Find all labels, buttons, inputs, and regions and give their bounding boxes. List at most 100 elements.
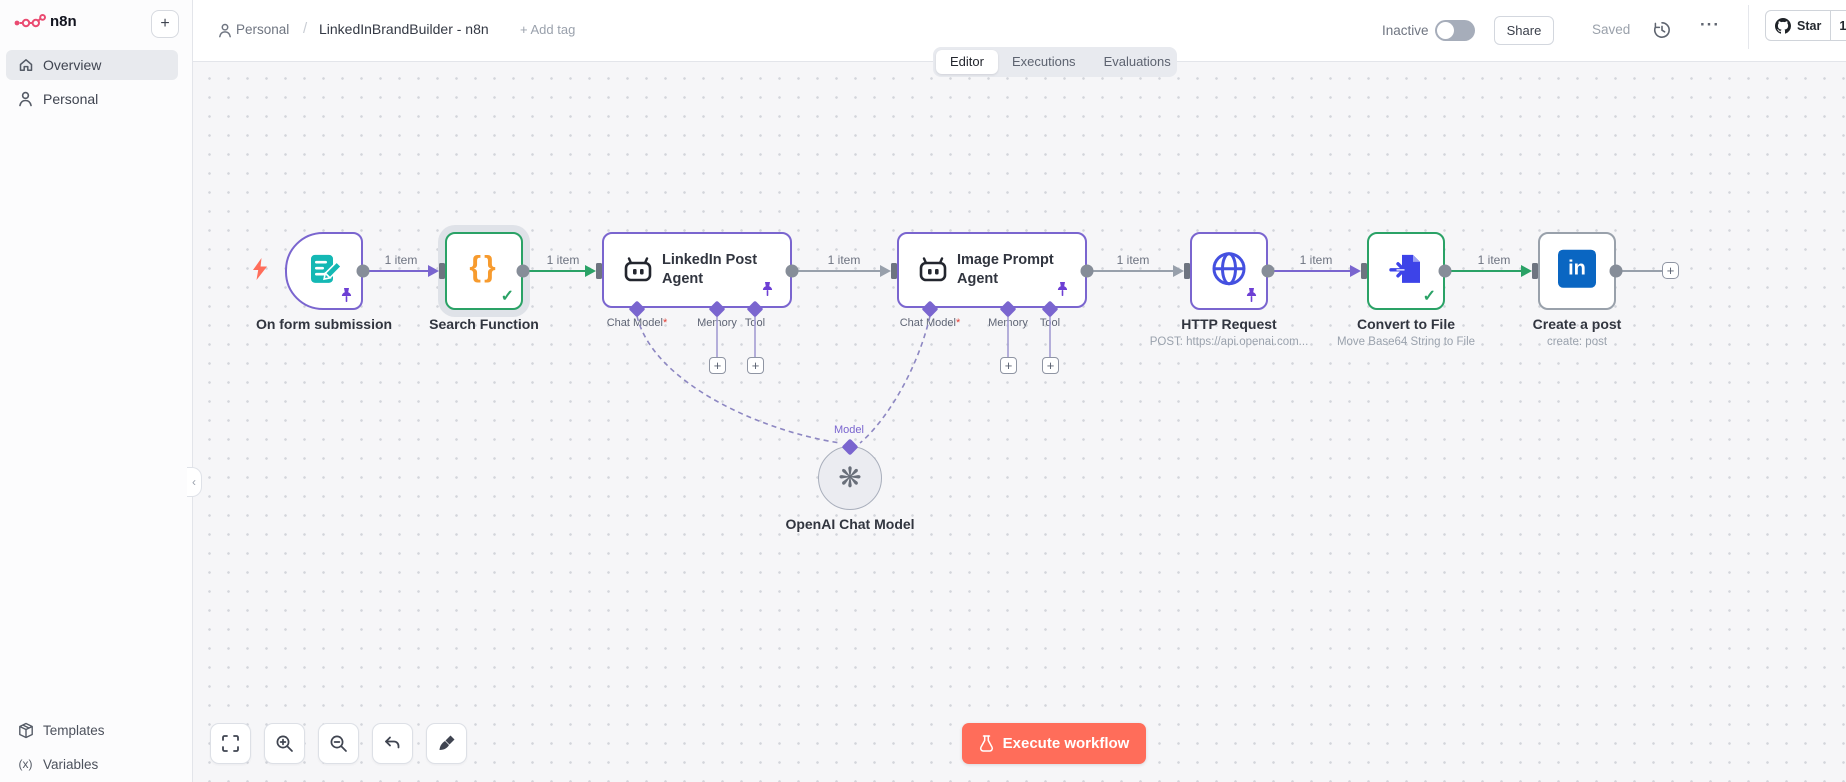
sidebar-item-label: Overview: [43, 57, 102, 73]
header: Personal / LinkedInBrandBuilder - n8n + …: [0, 0, 1846, 62]
node-linkedin-post-agent[interactable]: LinkedIn Post Agent: [602, 232, 792, 308]
node-title: Convert to File: [1356, 316, 1456, 332]
sidebar: n8n + Overview Personal Templates (x) Va…: [0, 0, 193, 782]
pin-icon: [761, 281, 774, 297]
edge-items-label: 1 item: [1299, 253, 1333, 267]
edge-items-label: 1 item: [1477, 253, 1511, 267]
tab-executions[interactable]: Executions: [998, 50, 1090, 74]
sidebar-collapse-handle[interactable]: ‹: [187, 467, 202, 497]
tab-editor[interactable]: Editor: [936, 50, 998, 74]
github-star-label: Star: [1797, 18, 1822, 33]
header-divider: [1748, 5, 1749, 49]
n8n-logo[interactable]: [13, 13, 47, 31]
globe-icon: [1210, 250, 1248, 288]
workflow-title[interactable]: LinkedInBrandBuilder - n8n: [319, 21, 489, 37]
node-http-request[interactable]: [1190, 232, 1268, 310]
linkedin-icon: in: [1558, 249, 1596, 288]
add-tool-button[interactable]: +: [1042, 357, 1059, 374]
robot-icon: [915, 256, 951, 284]
success-check-icon: ✓: [1422, 288, 1436, 305]
success-check-icon: ✓: [500, 288, 514, 305]
n8n-logo-text: n8n: [50, 13, 77, 30]
add-workflow-button[interactable]: +: [151, 10, 179, 38]
tidy-up-button[interactable]: [426, 723, 467, 764]
node-on-form-submission[interactable]: [285, 232, 363, 310]
sidebar-item-label: Variables: [43, 756, 99, 772]
activation-status-label: Inactive: [1382, 23, 1429, 38]
activation-toggle[interactable]: [1435, 20, 1475, 41]
saved-status: Saved: [1592, 22, 1631, 37]
breadcrumb-project[interactable]: Personal: [236, 22, 289, 37]
connections-layer: [356, 263, 1662, 455]
node-subtitle: Move Base64 String to File: [1336, 336, 1476, 348]
node-subtitle: POST: https://api.openai.com...: [1149, 336, 1309, 348]
add-tag-button[interactable]: + Add tag: [520, 22, 575, 37]
undo-button[interactable]: [372, 723, 413, 764]
tab-evaluations[interactable]: Evaluations: [1090, 50, 1185, 74]
model-port-label: Model: [834, 424, 864, 436]
trigger-bolt-icon: [252, 258, 268, 280]
sidebar-item-variables[interactable]: (x) Variables: [6, 750, 178, 778]
file-import-icon: [1388, 251, 1424, 287]
code-braces-icon: {}: [469, 250, 499, 284]
edge-items-label: 1 item: [546, 253, 580, 267]
node-title: OpenAI Chat Model: [785, 516, 915, 532]
node-title: On form submission: [255, 316, 393, 332]
form-icon: [306, 251, 342, 287]
sidebar-item-personal[interactable]: Personal: [6, 84, 178, 114]
node-openai-chat-model[interactable]: ❋: [818, 446, 882, 510]
breadcrumb-separator: /: [303, 20, 308, 37]
execute-workflow-label: Execute workflow: [1002, 735, 1130, 752]
node-title: Search Function: [429, 316, 539, 332]
add-tool-button[interactable]: +: [747, 357, 764, 374]
port-label-chat-model: Chat Model*: [899, 317, 961, 329]
node-title: HTTP Request: [1181, 316, 1277, 332]
pin-icon: [1245, 287, 1258, 303]
zoom-to-fit-button[interactable]: [210, 723, 251, 764]
node-image-prompt-agent[interactable]: Image Prompt Agent: [897, 232, 1087, 308]
github-star-button[interactable]: Star 1: [1765, 10, 1846, 41]
person-icon: [218, 23, 232, 38]
package-icon: [17, 722, 34, 739]
add-node-button[interactable]: +: [1662, 262, 1679, 279]
port-label-tool: Tool: [1039, 317, 1061, 329]
share-button[interactable]: Share: [1494, 16, 1554, 45]
home-icon: [17, 57, 34, 73]
pin-icon: [340, 287, 353, 303]
node-subtitle: create: post: [1546, 336, 1608, 348]
openai-icon: ❋: [838, 461, 862, 493]
execute-workflow-button[interactable]: Execute workflow: [962, 723, 1146, 764]
more-options-button[interactable]: ···: [1700, 15, 1720, 35]
node-title: Create a post: [1532, 316, 1622, 332]
node-create-a-post[interactable]: in: [1538, 232, 1616, 310]
node-title: LinkedIn Post Agent: [662, 252, 758, 287]
port-label-tool: Tool: [744, 317, 766, 329]
github-icon: [1775, 17, 1791, 34]
person-icon: [17, 91, 34, 107]
sidebar-item-label: Templates: [43, 722, 105, 738]
edge-items-label: 1 item: [384, 253, 418, 267]
edge-items-label: 1 item: [1116, 253, 1150, 267]
sidebar-item-overview[interactable]: Overview: [6, 50, 178, 80]
toggle-knob: [1437, 22, 1454, 39]
zoom-in-button[interactable]: [264, 723, 305, 764]
add-memory-button[interactable]: +: [709, 357, 726, 374]
port-label-chat-model: Chat Model*: [606, 317, 668, 329]
flask-icon: [979, 735, 993, 752]
node-title: Image Prompt Agent: [957, 252, 1054, 287]
workflow-canvas[interactable]: {} ✓ LinkedIn Post Agent Image Prompt Ag…: [0, 0, 1846, 782]
view-tabs: Editor Executions Evaluations: [933, 47, 1177, 77]
edge-items-label: 1 item: [827, 253, 861, 267]
add-memory-button[interactable]: +: [1000, 357, 1017, 374]
variables-icon: (x): [18, 757, 33, 771]
zoom-out-button[interactable]: [318, 723, 359, 764]
port-label-memory: Memory: [988, 317, 1028, 329]
node-convert-to-file[interactable]: ✓: [1367, 232, 1445, 310]
workflow-history-icon[interactable]: [1652, 20, 1672, 40]
sidebar-item-label: Personal: [43, 91, 99, 107]
github-star-count: 1: [1830, 11, 1846, 40]
node-search-function[interactable]: {} ✓: [445, 232, 523, 310]
sidebar-item-templates[interactable]: Templates: [6, 716, 178, 744]
pin-icon: [1056, 281, 1069, 297]
port-label-memory: Memory: [697, 317, 737, 329]
